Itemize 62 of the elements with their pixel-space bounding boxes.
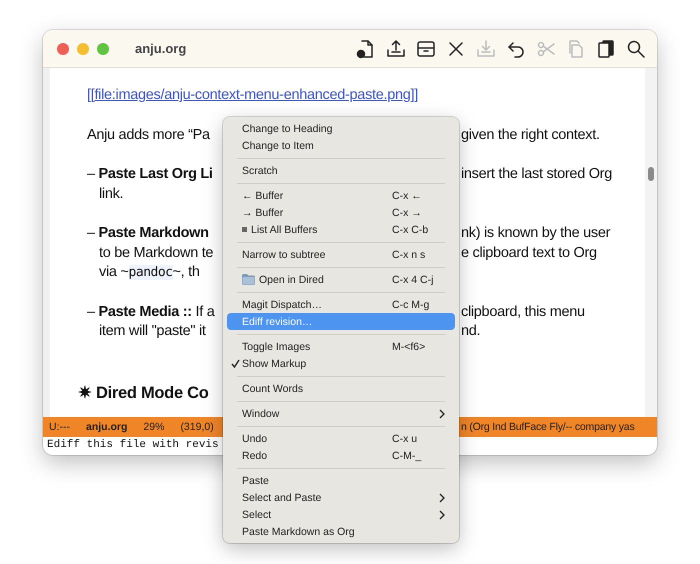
- menu-item[interactable]: Open in Dired C-x 4 C-j: [227, 271, 455, 288]
- buffer-status: U:---: [49, 421, 70, 433]
- scroll-position: 29%: [143, 421, 164, 433]
- menu-item[interactable]: Paste: [227, 472, 455, 489]
- text-fragment: Anju adds more “Pa: [87, 126, 210, 142]
- menu-item[interactable]: Magit Dispatch… C-c M-g: [227, 296, 455, 313]
- shortcut-text: C-x u: [392, 432, 418, 444]
- square-icon: [242, 227, 247, 232]
- scrollbar-thumb[interactable]: [648, 167, 654, 181]
- echo-area: Ediff this file with revis: [43, 437, 219, 455]
- menu-item[interactable]: → Buffer C-x →: [227, 204, 455, 221]
- text-fragment: ~, th: [172, 264, 200, 280]
- window-title: anju.org: [135, 41, 186, 56]
- cursor-position: (319,0): [180, 421, 214, 433]
- menu-item[interactable]: Scratch: [227, 162, 455, 179]
- text-fragment: link.: [99, 186, 124, 202]
- menu-item[interactable]: Redo C-M-_: [227, 447, 455, 464]
- mode-list: n (Org Ind BufFace Fly/-- company yas: [461, 421, 634, 433]
- text-fragment: Paste Markdown: [98, 225, 209, 241]
- text-fragment: Paste Last Org Li: [98, 166, 213, 182]
- shortcut-text: C-c M-g: [392, 298, 430, 310]
- menu-item[interactable]: Select: [227, 506, 455, 523]
- text-fragment: insert the last stored Org: [461, 165, 612, 184]
- section-heading: ✷ Dired Mode Co: [78, 384, 209, 402]
- text-fragment: –: [87, 166, 96, 182]
- text-fragment: via ~: [99, 264, 129, 280]
- close-window-button[interactable]: [57, 42, 69, 54]
- text-fragment: to be Markdown te: [99, 244, 214, 260]
- buffer-name: anju.org: [86, 421, 128, 433]
- menu-item[interactable]: List All Buffers C-x C-b: [227, 221, 455, 238]
- code-text: pandoc: [128, 265, 173, 280]
- text-fragment: nd.: [461, 322, 480, 341]
- shortcut-text: C-x →: [392, 206, 422, 218]
- text-fragment: Paste Media ::: [98, 304, 192, 320]
- file-link[interactable]: [[file:images/anju-context-menu-enhanced-paste.png]]: [87, 86, 418, 106]
- text-fragment: –: [87, 304, 96, 320]
- menu-item[interactable]: ← Buffer C-x ←: [227, 187, 455, 204]
- menu-item[interactable]: Select and Paste: [227, 489, 455, 506]
- menu-item[interactable]: Toggle Images M-<f6>: [227, 338, 455, 355]
- shortcut-text: C-x C-b: [392, 224, 428, 236]
- folder-icon: [242, 274, 255, 285]
- menu-item[interactable]: Undo C-x u: [227, 430, 455, 447]
- menu-item[interactable]: Narrow to subtree C-x n s: [227, 246, 455, 263]
- text-fragment: given the right context.: [461, 126, 600, 144]
- text-fragment: nk) is known by the user: [461, 224, 610, 243]
- share-button[interactable]: [385, 38, 407, 60]
- menu-item[interactable]: Paste Markdown as Org: [227, 523, 455, 540]
- shortcut-text: C-x n s: [392, 248, 426, 260]
- menu-item[interactable]: Change to Heading: [227, 120, 455, 137]
- menu-item[interactable]: Count Words: [227, 380, 455, 397]
- shortcut-text: C-x ←: [392, 190, 422, 202]
- text-fragment: If a: [194, 304, 214, 320]
- text-fragment: item will "paste" it: [99, 323, 206, 339]
- text-fragment: clipboard, this menu: [461, 302, 585, 322]
- text-fragment: e clipboard text to Org: [461, 244, 597, 262]
- text-fragment: –: [87, 225, 96, 241]
- shortcut-text: C-x 4 C-j: [392, 274, 434, 286]
- shortcut-text: M-<f6>: [392, 340, 426, 352]
- menu-item[interactable]: Change to Item: [227, 137, 455, 154]
- menu-item[interactable]: Window: [227, 405, 455, 422]
- shortcut-text: C-M-_: [392, 450, 422, 462]
- menu-item[interactable]: Show Markup: [227, 355, 455, 372]
